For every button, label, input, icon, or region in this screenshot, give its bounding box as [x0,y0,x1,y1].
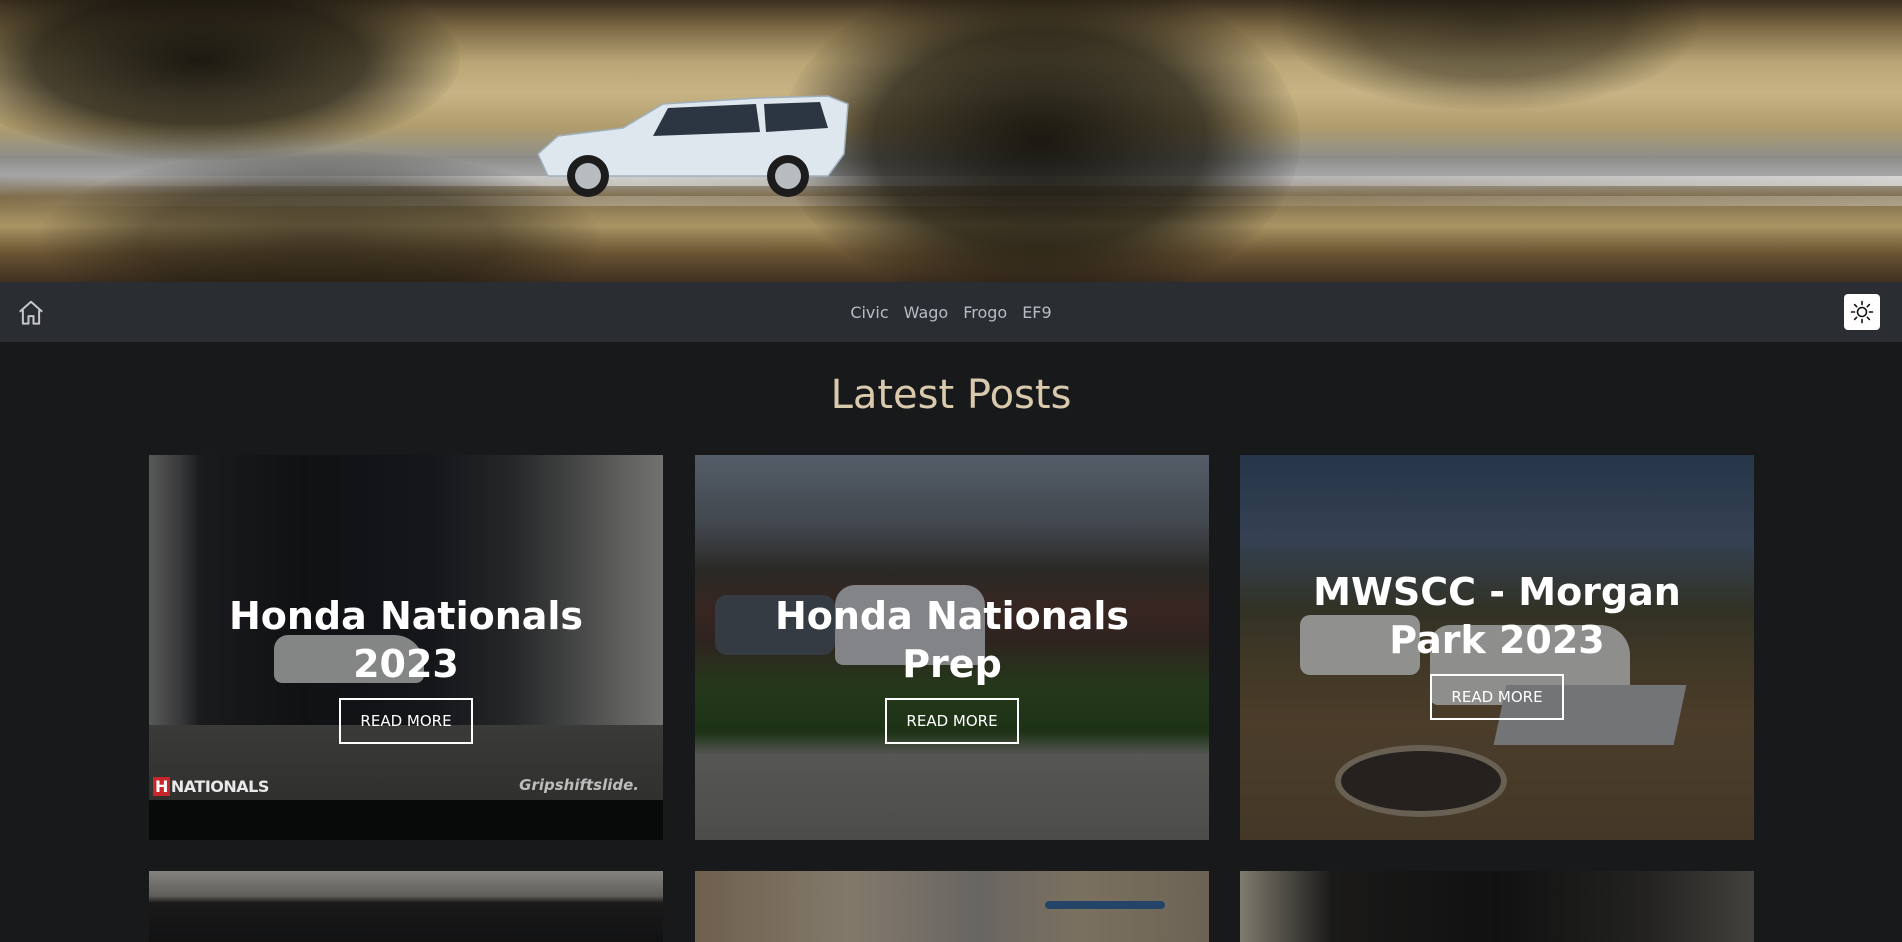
hero-car-image [537,95,849,197]
read-more-button[interactable]: READ MORE [339,698,473,744]
post-card[interactable]: Honda Nationals Prep READ MORE [695,455,1209,840]
hero-foliage-blur [1280,0,1700,110]
nav-link-ef9[interactable]: EF9 [1022,303,1052,322]
post-title[interactable]: Honda Nationals 2023 [149,592,663,688]
post-title[interactable]: Honda Nationals Prep [695,592,1209,688]
theme-toggle-button[interactable] [1844,294,1880,330]
post-card[interactable]: MWSCC - Morgan Park 2023 READ MORE [1240,455,1754,840]
hero-foliage-blur [0,0,460,160]
page-title: Latest Posts [830,372,1072,418]
post-card[interactable] [695,871,1209,942]
top-navbar: Civic Wago Frogo EF9 [0,282,1902,342]
post-title[interactable]: MWSCC - Morgan Park 2023 [1240,568,1754,664]
post-card-overlay [695,871,1209,942]
hero-foliage-blur [40,150,600,282]
post-card[interactable]: H NATIONALS Gripshiftslide. Honda Nationa… [149,455,663,840]
post-card-overlay [149,871,663,942]
post-card[interactable] [149,871,663,942]
gripshiftslide-watermark: Gripshiftslide. [519,776,639,794]
nationals-logo: H NATIONALS [153,777,269,796]
nav-links: Civic Wago Frogo EF9 [0,282,1902,342]
post-card-content: MWSCC - Morgan Park 2023 READ MORE [1240,568,1754,720]
nav-link-civic[interactable]: Civic [850,303,888,322]
post-card-overlay [1240,871,1754,942]
nav-link-wago[interactable]: Wago [904,303,949,322]
post-card-content: Honda Nationals Prep READ MORE [695,592,1209,744]
sun-icon [1850,300,1874,324]
hero-banner [0,0,1902,282]
nav-link-frogo[interactable]: Frogo [963,303,1007,322]
read-more-button[interactable]: READ MORE [1430,674,1564,720]
post-card[interactable] [1240,871,1754,942]
hero-foliage-blur [780,0,1300,282]
read-more-button[interactable]: READ MORE [885,698,1019,744]
post-card-content: Honda Nationals 2023 READ MORE [149,592,663,744]
